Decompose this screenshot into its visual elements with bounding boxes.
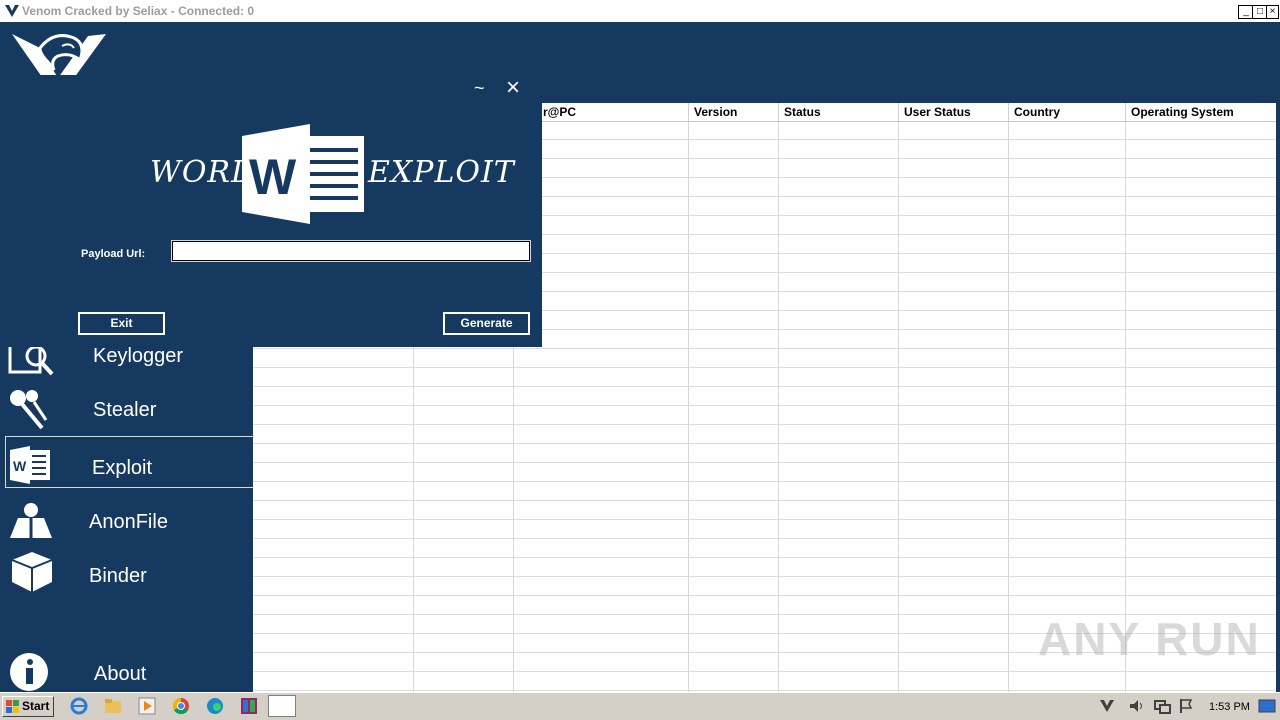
network-icon[interactable]	[1153, 697, 1171, 715]
active-window-task-button[interactable]	[268, 695, 296, 717]
sidebar-item-keylogger[interactable]: Keylogger	[93, 345, 183, 368]
banner-exploit-text: EXPLOIT	[368, 155, 515, 190]
word-logo-letter: W	[249, 149, 297, 205]
column-header-status[interactable]: Status	[778, 103, 898, 121]
word-icon[interactable]: W	[8, 444, 54, 486]
payload-url-label: Payload Url:	[81, 248, 146, 260]
edge-icon[interactable]	[206, 697, 224, 715]
show-desktop-icon[interactable]	[1258, 697, 1276, 715]
sidebar-item-anonfile[interactable]: AnonFile	[89, 511, 168, 534]
payload-url-input[interactable]	[171, 240, 531, 262]
generate-button[interactable]: Generate	[443, 312, 530, 335]
svg-text:W: W	[13, 458, 27, 474]
watermark: ANY RUN	[1038, 613, 1261, 665]
window-title: Venom Cracked by Seliax - Connected: 0	[22, 4, 255, 18]
column-header-version[interactable]: Version	[688, 103, 778, 121]
dialog-close-button[interactable]: ×	[506, 74, 520, 102]
title-bar: Venom Cracked by Seliax - Connected: 0 _…	[0, 0, 1280, 23]
chrome-icon[interactable]	[172, 697, 190, 715]
sidebar-item-binder[interactable]: Binder	[89, 565, 147, 588]
sidebar-item-exploit[interactable]: Exploit	[92, 457, 152, 480]
info-icon[interactable]	[9, 652, 49, 692]
column-header-user-pc[interactable]: r@PC	[538, 103, 688, 121]
taskbar-clock[interactable]: 1:53 PM	[1209, 701, 1250, 713]
column-header-operating-system[interactable]: Operating System	[1125, 103, 1276, 121]
dialog-minimize-button[interactable]: ~	[474, 78, 485, 99]
venom-logo-small-icon	[5, 5, 19, 17]
exit-button[interactable]: Exit	[78, 312, 165, 335]
volume-icon[interactable]	[1128, 697, 1146, 715]
grid-column-divider	[688, 103, 689, 692]
start-label: Start	[22, 699, 50, 713]
windows-flag-icon	[6, 700, 19, 713]
folder-icon[interactable]	[104, 697, 122, 715]
close-button[interactable]: ×	[1266, 5, 1279, 19]
media-player-icon[interactable]	[138, 697, 156, 715]
taskbar	[0, 692, 1280, 720]
column-header-user-status[interactable]: User Status	[898, 103, 1008, 121]
box-icon[interactable]	[8, 550, 54, 592]
sidebar-item-stealer[interactable]: Stealer	[93, 399, 156, 422]
venom-tray-icon[interactable]	[1098, 697, 1116, 715]
sidebar-item-about[interactable]: About	[94, 663, 146, 686]
column-header-country[interactable]: Country	[1008, 103, 1125, 121]
grid-column-divider	[1125, 103, 1126, 692]
action-center-flag-icon[interactable]	[1177, 697, 1195, 715]
grid-column-divider	[1008, 103, 1009, 692]
grid-column-divider	[898, 103, 899, 692]
internet-explorer-icon[interactable]	[70, 697, 88, 715]
start-button[interactable]: Start	[2, 696, 54, 717]
grid-column-divider	[778, 103, 779, 692]
winrar-icon[interactable]	[240, 697, 258, 715]
keys-icon[interactable]	[8, 388, 54, 430]
anon-icon[interactable]	[8, 498, 54, 540]
frame-border-right	[1276, 22, 1280, 692]
